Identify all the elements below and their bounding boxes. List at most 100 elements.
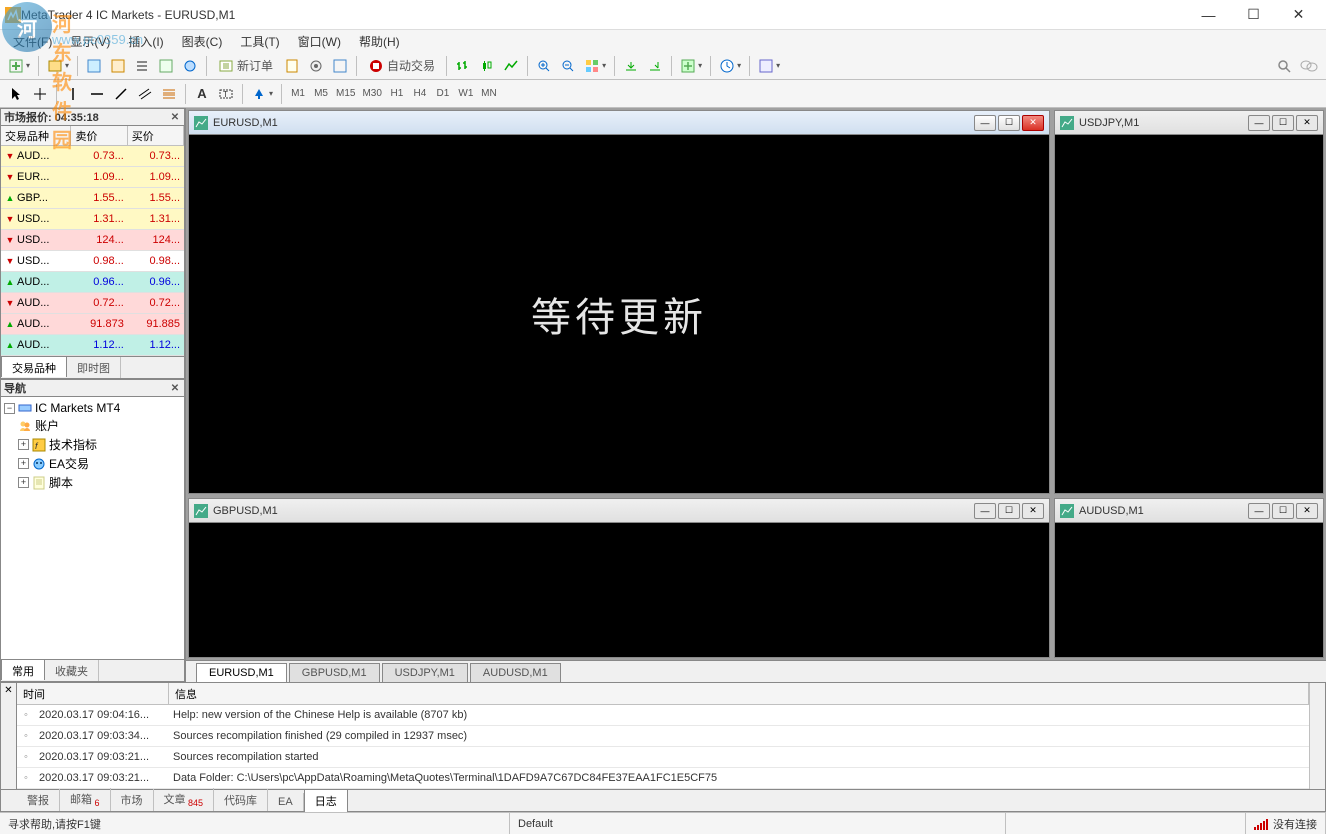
timeframe-button[interactable]: H4 [409,84,431,104]
market-watch-button[interactable] [83,55,105,77]
status-profile[interactable]: Default [510,813,1006,834]
chart-titlebar[interactable]: AUDUSD,M1—☐✕ [1055,499,1323,523]
terminal-button[interactable] [155,55,177,77]
market-watch-row[interactable]: ▼AUD...0.72...0.72... [1,293,184,314]
chart-titlebar[interactable]: GBPUSD,M1—☐✕ [189,499,1049,523]
timeframe-button[interactable]: M30 [359,84,384,104]
nav-tab-common[interactable]: 常用 [1,659,45,680]
terminal-tab[interactable]: EA [268,793,304,811]
terminal-row[interactable]: ◦2020.03.17 09:03:21...Sources recompila… [17,747,1309,768]
terminal-tab[interactable]: 日志 [304,789,348,812]
metaeditor-button[interactable] [281,55,303,77]
candle-chart-button[interactable] [476,55,498,77]
menu-item[interactable]: 窗口(W) [290,31,349,52]
tree-accounts[interactable]: 账户 [4,416,181,435]
terminal-tab[interactable]: 市场 [111,789,154,811]
market-watch-row[interactable]: ▲AUD...1.12...1.12... [1,335,184,356]
term-col-time[interactable]: 时间 [17,683,169,704]
cursor-button[interactable] [5,83,27,105]
new-chart-button[interactable] [5,55,33,77]
term-col-msg[interactable]: 信息 [169,683,1309,704]
mw-col-symbol[interactable]: 交易品种 [1,126,71,145]
data-window-button[interactable] [107,55,129,77]
equidistant-channel-button[interactable] [134,83,156,105]
menu-item[interactable]: 工具(T) [232,31,287,52]
chart-tab[interactable]: EURUSD,M1 [196,663,287,682]
mw-col-bid[interactable]: 卖价 [71,126,127,145]
text-button[interactable]: A [191,83,213,105]
chat-button[interactable] [1297,55,1321,77]
terminal-close-icon[interactable]: ✕ [1,683,17,789]
chart-maximize-button[interactable]: ☐ [998,503,1020,519]
fullscreen-button[interactable] [329,55,351,77]
mw-tab-tick[interactable]: 即时图 [67,357,121,378]
menu-item[interactable]: 帮助(H) [351,31,408,52]
periodicity-button[interactable] [716,55,744,77]
horizontal-line-button[interactable] [86,83,108,105]
navigator-button[interactable] [131,55,153,77]
terminal-row[interactable]: ◦2020.03.17 09:03:34...Sources recompila… [17,726,1309,747]
nav-tab-favorites[interactable]: 收藏夹 [45,660,99,681]
search-button[interactable] [1273,55,1295,77]
zoom-out-button[interactable] [557,55,579,77]
terminal-tab[interactable]: 文章 845 [154,788,215,811]
chart-shift-button[interactable] [644,55,666,77]
expand-icon[interactable]: + [18,477,29,488]
market-watch-close-icon[interactable]: ✕ [168,110,182,124]
chart-close-button[interactable]: ✕ [1022,115,1044,131]
strategy-tester-button[interactable] [179,55,201,77]
chart-minimize-button[interactable]: — [1248,115,1270,131]
chart-close-button[interactable]: ✕ [1022,503,1044,519]
chart-body[interactable] [1055,135,1323,493]
navigator-tree[interactable]: − IC Markets MT4 账户 + f 技术指标 + EA交易 [1,397,184,659]
tree-scripts[interactable]: + 脚本 [4,473,181,492]
tree-root[interactable]: − IC Markets MT4 [4,400,181,416]
timeframe-button[interactable]: M5 [310,84,332,104]
status-connection[interactable]: 没有连接 [1246,813,1326,834]
terminal-tab[interactable]: 警报 [17,789,60,811]
chart-tab[interactable]: USDJPY,M1 [382,663,468,682]
chart-close-button[interactable]: ✕ [1296,503,1318,519]
zoom-in-button[interactable] [533,55,555,77]
menu-item[interactable]: 显示(V) [62,31,118,52]
market-watch-row[interactable]: ▼USD...0.98...0.98... [1,251,184,272]
text-label-button[interactable]: T [215,83,237,105]
chart-titlebar[interactable]: USDJPY,M1—☐✕ [1055,111,1323,135]
chart-maximize-button[interactable]: ☐ [1272,115,1294,131]
timeframe-button[interactable]: W1 [455,84,477,104]
fibonacci-button[interactable] [158,83,180,105]
bar-chart-button[interactable] [452,55,474,77]
terminal-scrollbar[interactable] [1309,683,1325,789]
terminal-row[interactable]: ◦2020.03.17 09:04:16...Help: new version… [17,705,1309,726]
chart-tab[interactable]: AUDUSD,M1 [470,663,561,682]
arrows-button[interactable] [248,83,276,105]
chart-body[interactable] [1055,523,1323,657]
terminal-tab[interactable]: 代码库 [214,789,268,811]
expand-icon[interactable]: + [18,458,29,469]
menu-item[interactable]: 插入(I) [120,31,171,52]
terminal-row[interactable]: ◦2020.03.17 09:03:21...Data Folder: C:\U… [17,768,1309,789]
chart-maximize-button[interactable]: ☐ [998,115,1020,131]
market-watch-row[interactable]: ▼EUR...1.09...1.09... [1,167,184,188]
mw-tab-symbols[interactable]: 交易品种 [1,356,67,377]
market-watch-row[interactable]: ▼AUD...0.73...0.73... [1,146,184,167]
tile-windows-button[interactable] [581,55,609,77]
chart-minimize-button[interactable]: — [974,503,996,519]
line-chart-button[interactable] [500,55,522,77]
terminal-tab[interactable]: 邮箱 6 [60,788,111,811]
minimize-button[interactable]: — [1186,0,1231,30]
auto-trade-button[interactable]: 自动交易 [362,55,441,77]
tree-indicators[interactable]: + f 技术指标 [4,435,181,454]
mw-col-ask[interactable]: 买价 [128,126,184,145]
tree-experts[interactable]: + EA交易 [4,454,181,473]
timeframe-button[interactable]: D1 [432,84,454,104]
navigator-close-icon[interactable]: ✕ [168,381,182,395]
expand-icon[interactable]: − [4,403,15,414]
options-button[interactable] [305,55,327,77]
chart-body[interactable]: 等待更新 [189,135,1049,493]
chart-window[interactable]: AUDUSD,M1—☐✕ [1054,498,1324,658]
indicators-button[interactable] [677,55,705,77]
chart-body[interactable] [189,523,1049,657]
menu-item[interactable]: 文件(F) [5,31,60,52]
chart-window[interactable]: GBPUSD,M1—☐✕ [188,498,1050,658]
